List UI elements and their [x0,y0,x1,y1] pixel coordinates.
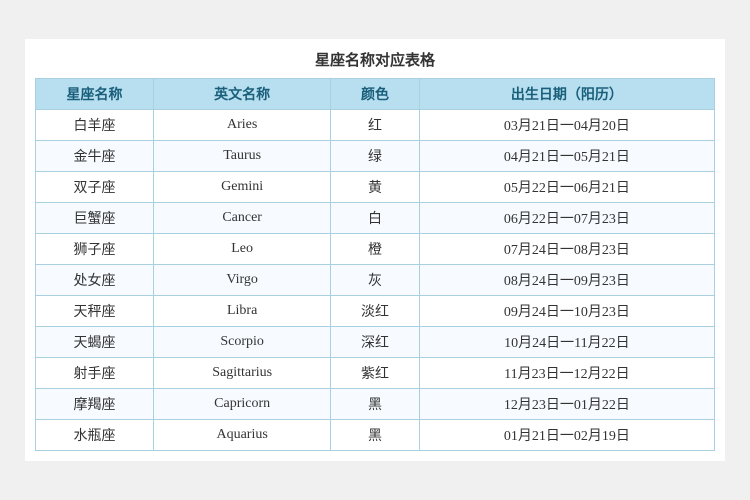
header-date: 出生日期（阳历） [419,79,714,110]
table-row: 处女座Virgo灰08月24日一09月23日 [36,265,715,296]
zodiac-color-10: 黑 [331,420,420,451]
zodiac-color-0: 红 [331,110,420,141]
table-row: 双子座Gemini黄05月22日一06月21日 [36,172,715,203]
zodiac-cn-9: 摩羯座 [36,389,154,420]
table-row: 天秤座Libra淡红09月24日一10月23日 [36,296,715,327]
zodiac-date-5: 08月24日一09月23日 [419,265,714,296]
zodiac-color-2: 黄 [331,172,420,203]
zodiac-cn-3: 巨蟹座 [36,203,154,234]
page-title: 星座名称对应表格 [35,49,715,70]
zodiac-date-7: 10月24日一11月22日 [419,327,714,358]
table-row: 水瓶座Aquarius黑01月21日一02月19日 [36,420,715,451]
zodiac-en-8: Sagittarius [154,358,331,389]
table-row: 摩羯座Capricorn黑12月23日一01月22日 [36,389,715,420]
zodiac-cn-0: 白羊座 [36,110,154,141]
zodiac-cn-2: 双子座 [36,172,154,203]
zodiac-color-9: 黑 [331,389,420,420]
zodiac-date-6: 09月24日一10月23日 [419,296,714,327]
header-cn: 星座名称 [36,79,154,110]
zodiac-color-3: 白 [331,203,420,234]
zodiac-en-3: Cancer [154,203,331,234]
zodiac-cn-7: 天蝎座 [36,327,154,358]
zodiac-en-1: Taurus [154,141,331,172]
zodiac-date-9: 12月23日一01月22日 [419,389,714,420]
zodiac-en-9: Capricorn [154,389,331,420]
zodiac-date-0: 03月21日一04月20日 [419,110,714,141]
zodiac-color-7: 深红 [331,327,420,358]
table-row: 白羊座Aries红03月21日一04月20日 [36,110,715,141]
zodiac-cn-10: 水瓶座 [36,420,154,451]
zodiac-en-6: Libra [154,296,331,327]
zodiac-date-2: 05月22日一06月21日 [419,172,714,203]
header-en: 英文名称 [154,79,331,110]
zodiac-en-5: Virgo [154,265,331,296]
zodiac-date-8: 11月23日一12月22日 [419,358,714,389]
main-container: 星座名称对应表格 星座名称 英文名称 颜色 出生日期（阳历） 白羊座Aries红… [25,39,725,461]
table-row: 射手座Sagittarius紫红11月23日一12月22日 [36,358,715,389]
zodiac-color-5: 灰 [331,265,420,296]
zodiac-en-10: Aquarius [154,420,331,451]
table-row: 天蝎座Scorpio深红10月24日一11月22日 [36,327,715,358]
zodiac-table: 星座名称 英文名称 颜色 出生日期（阳历） 白羊座Aries红03月21日一04… [35,78,715,451]
zodiac-date-1: 04月21日一05月21日 [419,141,714,172]
zodiac-date-3: 06月22日一07月23日 [419,203,714,234]
zodiac-cn-1: 金牛座 [36,141,154,172]
zodiac-en-4: Leo [154,234,331,265]
zodiac-en-2: Gemini [154,172,331,203]
zodiac-color-4: 橙 [331,234,420,265]
table-header-row: 星座名称 英文名称 颜色 出生日期（阳历） [36,79,715,110]
zodiac-color-1: 绿 [331,141,420,172]
zodiac-cn-6: 天秤座 [36,296,154,327]
zodiac-cn-8: 射手座 [36,358,154,389]
zodiac-cn-4: 狮子座 [36,234,154,265]
zodiac-en-0: Aries [154,110,331,141]
zodiac-date-4: 07月24日一08月23日 [419,234,714,265]
header-color: 颜色 [331,79,420,110]
zodiac-date-10: 01月21日一02月19日 [419,420,714,451]
table-row: 巨蟹座Cancer白06月22日一07月23日 [36,203,715,234]
zodiac-color-8: 紫红 [331,358,420,389]
table-row: 金牛座Taurus绿04月21日一05月21日 [36,141,715,172]
table-row: 狮子座Leo橙07月24日一08月23日 [36,234,715,265]
zodiac-cn-5: 处女座 [36,265,154,296]
zodiac-en-7: Scorpio [154,327,331,358]
zodiac-color-6: 淡红 [331,296,420,327]
